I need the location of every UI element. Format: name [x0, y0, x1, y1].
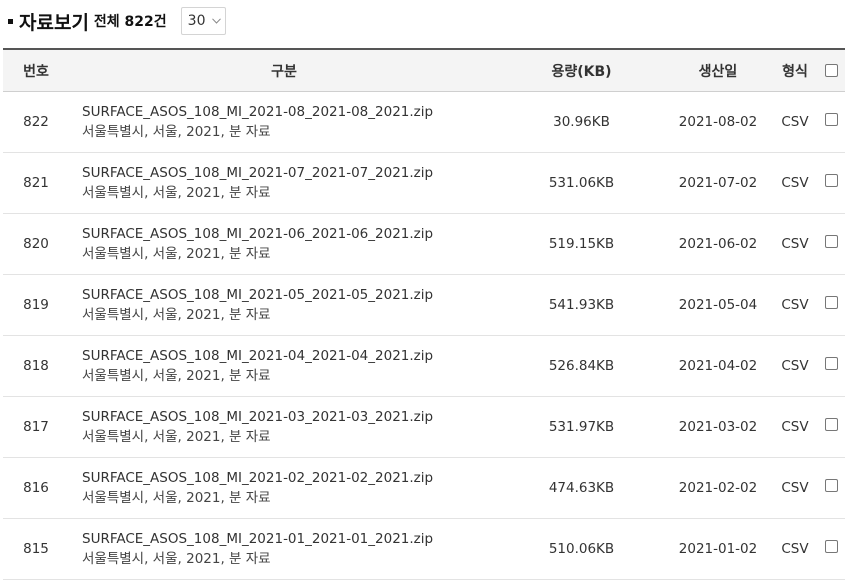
- file-name-link[interactable]: SURFACE_ASOS_108_MI_2021-02_2021-02_2021…: [82, 468, 499, 488]
- table-row: 821 SURFACE_ASOS_108_MI_2021-07_2021-07_2…: [3, 153, 845, 214]
- file-name-link[interactable]: SURFACE_ASOS_108_MI_2021-03_2021-03_2021…: [82, 407, 499, 427]
- file-format: CSV: [781, 236, 809, 252]
- production-date: 2021-05-04: [678, 297, 758, 313]
- column-header-date: 생산일: [698, 63, 738, 80]
- row-number: 817: [23, 419, 49, 435]
- production-date: 2021-07-02: [678, 175, 758, 191]
- row-name-cell: SURFACE_ASOS_108_MI_2021-03_2021-03_2021…: [69, 407, 499, 447]
- production-date: 2021-08-02: [678, 114, 758, 130]
- file-format: CSV: [781, 541, 809, 557]
- row-checkbox[interactable]: [825, 539, 838, 553]
- total-count: 전체 822건: [93, 14, 167, 30]
- row-select-cell: [818, 112, 845, 126]
- file-name-link[interactable]: SURFACE_ASOS_108_MI_2021-06_2021-06_2021…: [82, 224, 499, 244]
- table-header-row: 번호 구분 용량(KB) 생산일 형식: [3, 50, 845, 92]
- data-table: 번호 구분 용량(KB) 생산일 형식 822 SURFACE_ASOS_108_…: [3, 48, 845, 580]
- page-size-select[interactable]: 30: [180, 7, 226, 35]
- row-checkbox[interactable]: [825, 173, 838, 187]
- row-number: 815: [23, 541, 49, 557]
- column-header-name: 구분: [271, 63, 297, 80]
- row-checkbox[interactable]: [825, 112, 838, 126]
- select-all-cell: [818, 64, 845, 77]
- file-size: 531.06KB: [548, 175, 615, 191]
- row-name-cell: SURFACE_ASOS_108_MI_2021-01_2021-01_2021…: [69, 529, 499, 569]
- title-bullet-icon: [8, 18, 13, 24]
- file-size: 510.06KB: [548, 541, 615, 557]
- row-name-cell: SURFACE_ASOS_108_MI_2021-06_2021-06_2021…: [69, 224, 499, 264]
- table-row: 819 SURFACE_ASOS_108_MI_2021-05_2021-05_2…: [3, 275, 845, 336]
- row-select-cell: [818, 478, 845, 492]
- row-number: 821: [23, 175, 49, 191]
- production-date: 2021-04-02: [678, 358, 758, 374]
- file-size: 526.84KB: [548, 358, 615, 374]
- file-description: 서울특별시, 서울, 2021, 분 자료: [82, 124, 271, 140]
- table-row: 822 SURFACE_ASOS_108_MI_2021-08_2021-08_2…: [3, 92, 845, 153]
- row-select-cell: [818, 417, 845, 431]
- row-select-cell: [818, 356, 845, 370]
- row-name-cell: SURFACE_ASOS_108_MI_2021-08_2021-08_2021…: [69, 102, 499, 142]
- row-select-cell: [818, 173, 845, 187]
- page-size-value: 30: [187, 13, 206, 29]
- file-description: 서울특별시, 서울, 2021, 분 자료: [82, 368, 271, 384]
- file-format: CSV: [781, 114, 809, 130]
- file-size: 519.15KB: [548, 236, 615, 252]
- file-description: 서울특별시, 서울, 2021, 분 자료: [82, 490, 271, 506]
- production-date: 2021-03-02: [678, 419, 758, 435]
- file-name-link[interactable]: SURFACE_ASOS_108_MI_2021-07_2021-07_2021…: [82, 163, 499, 183]
- row-number: 818: [23, 358, 49, 374]
- column-header-size: 용량(KB): [551, 63, 612, 80]
- row-select-cell: [818, 295, 845, 309]
- row-checkbox[interactable]: [825, 478, 838, 492]
- row-name-cell: SURFACE_ASOS_108_MI_2021-07_2021-07_2021…: [69, 163, 499, 203]
- file-size: 30.96KB: [553, 114, 610, 130]
- file-description: 서울특별시, 서울, 2021, 분 자료: [82, 307, 271, 323]
- file-format: CSV: [781, 175, 809, 191]
- file-size: 531.97KB: [548, 419, 615, 435]
- file-name-link[interactable]: SURFACE_ASOS_108_MI_2021-05_2021-05_2021…: [82, 285, 499, 305]
- file-name-link[interactable]: SURFACE_ASOS_108_MI_2021-01_2021-01_2021…: [82, 529, 499, 549]
- row-number: 822: [23, 114, 49, 130]
- row-select-cell: [818, 539, 845, 553]
- production-date: 2021-01-02: [678, 541, 758, 557]
- row-checkbox[interactable]: [825, 356, 838, 370]
- file-size: 541.93KB: [548, 297, 615, 313]
- row-number: 816: [23, 480, 49, 496]
- file-format: CSV: [781, 419, 809, 435]
- row-name-cell: SURFACE_ASOS_108_MI_2021-02_2021-02_2021…: [69, 468, 499, 508]
- file-description: 서울특별시, 서울, 2021, 분 자료: [82, 246, 271, 262]
- file-description: 서울특별시, 서울, 2021, 분 자료: [82, 185, 271, 201]
- table-row: 817 SURFACE_ASOS_108_MI_2021-03_2021-03_2…: [3, 397, 845, 458]
- file-format: CSV: [781, 480, 809, 496]
- production-date: 2021-02-02: [678, 480, 758, 496]
- page-title: 자료보기: [19, 11, 89, 34]
- section-header: 자료보기 전체 822건 30: [8, 6, 226, 36]
- file-size: 474.63KB: [548, 480, 615, 496]
- row-checkbox[interactable]: [825, 417, 838, 431]
- file-description: 서울특별시, 서울, 2021, 분 자료: [82, 429, 271, 445]
- row-number: 820: [23, 236, 49, 252]
- column-header-format: 형식: [782, 63, 808, 80]
- chevron-down-icon: [211, 18, 221, 24]
- select-all-checkbox[interactable]: [825, 64, 838, 77]
- row-checkbox[interactable]: [825, 234, 838, 248]
- file-name-link[interactable]: SURFACE_ASOS_108_MI_2021-08_2021-08_2021…: [82, 102, 499, 122]
- row-number: 819: [23, 297, 49, 313]
- row-checkbox[interactable]: [825, 295, 838, 309]
- file-format: CSV: [781, 358, 809, 374]
- file-description: 서울특별시, 서울, 2021, 분 자료: [82, 551, 271, 567]
- table-row: 820 SURFACE_ASOS_108_MI_2021-06_2021-06_2…: [3, 214, 845, 275]
- file-format: CSV: [781, 297, 809, 313]
- table-row: 818 SURFACE_ASOS_108_MI_2021-04_2021-04_2…: [3, 336, 845, 397]
- table-row: 815 SURFACE_ASOS_108_MI_2021-01_2021-01_2…: [3, 519, 845, 580]
- row-name-cell: SURFACE_ASOS_108_MI_2021-05_2021-05_2021…: [69, 285, 499, 325]
- row-select-cell: [818, 234, 845, 248]
- table-row: 816 SURFACE_ASOS_108_MI_2021-02_2021-02_2…: [3, 458, 845, 519]
- table-body: 822 SURFACE_ASOS_108_MI_2021-08_2021-08_2…: [3, 92, 845, 580]
- row-name-cell: SURFACE_ASOS_108_MI_2021-04_2021-04_2021…: [69, 346, 499, 386]
- column-header-num: 번호: [23, 63, 49, 80]
- production-date: 2021-06-02: [678, 236, 758, 252]
- file-name-link[interactable]: SURFACE_ASOS_108_MI_2021-04_2021-04_2021…: [82, 346, 499, 366]
